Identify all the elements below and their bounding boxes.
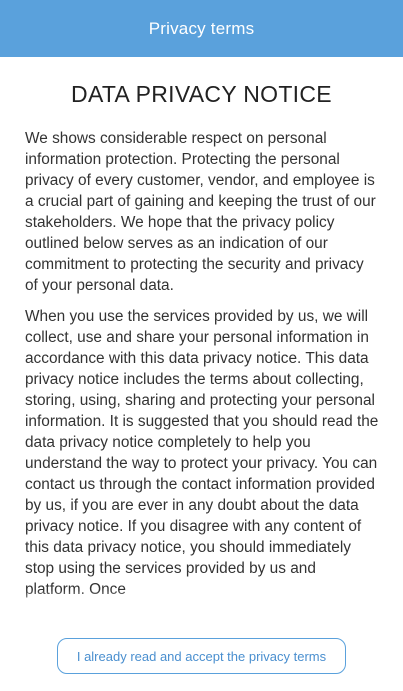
accept-privacy-terms-button[interactable]: I already read and accept the privacy te…: [57, 638, 346, 674]
page-title: Privacy terms: [148, 18, 255, 38]
scroll-fade-overlay: [0, 590, 403, 610]
privacy-terms-screen: Privacy terms DATA PRIVACY NOTICE We sho…: [0, 0, 403, 691]
header-bar: Privacy terms: [0, 0, 403, 57]
notice-body: We shows considerable respect on persona…: [0, 128, 403, 600]
notice-title: DATA PRIVACY NOTICE: [71, 81, 332, 107]
privacy-notice-scroll-area[interactable]: DATA PRIVACY NOTICE We shows considerabl…: [0, 57, 403, 610]
notice-paragraph: When you use the services provided by us…: [25, 308, 379, 598]
notice-paragraph: We shows considerable respect on persona…: [25, 130, 376, 294]
